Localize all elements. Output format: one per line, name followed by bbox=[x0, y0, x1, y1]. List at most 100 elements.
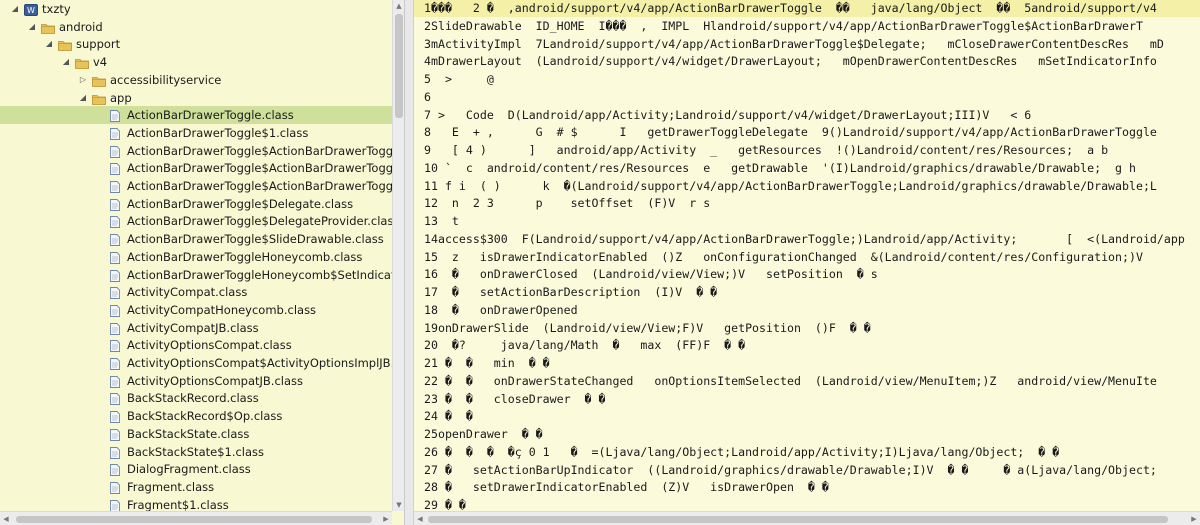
scroll-down-arrow-icon[interactable]: ▼ bbox=[393, 499, 404, 511]
tree-item-label: ActionBarDrawerToggle$DelegateProvider.c… bbox=[127, 214, 392, 229]
tree-horizontal-scroll-thumb[interactable] bbox=[16, 516, 372, 523]
tree-vertical-scroll-thumb[interactable] bbox=[395, 14, 403, 118]
code-horizontal-scrollbar[interactable]: ◀ ▶ bbox=[414, 511, 1200, 525]
folder-icon bbox=[75, 56, 89, 69]
tree-horizontal-scrollbar[interactable]: ◀ ▶ bbox=[0, 511, 392, 525]
tree-item-selected[interactable]: ActionBarDrawerToggle.class bbox=[0, 106, 392, 125]
expand-arrow-icon[interactable]: ◢ bbox=[78, 89, 88, 107]
code-line: 23 � � closeDrawer � � bbox=[424, 391, 606, 406]
code-line: 13 t bbox=[424, 214, 459, 228]
tree-item[interactable]: ◢ Wtxzty bbox=[0, 0, 392, 18]
tree-item[interactable]: ActivityCompatHoneycomb.class bbox=[0, 301, 392, 319]
tree-item[interactable]: ActivityCompatJB.class bbox=[0, 319, 392, 337]
tree-item-label: txzty bbox=[42, 2, 71, 16]
code-line: 21 � � min � � bbox=[424, 356, 550, 370]
scroll-right-arrow-icon[interactable]: ▶ bbox=[380, 512, 392, 525]
tree-item[interactable]: ActivityOptionsCompatJB.class bbox=[0, 372, 392, 390]
tree-item-label: ActivityCompatHoneycomb.class bbox=[127, 302, 317, 317]
svg-text:W: W bbox=[27, 6, 35, 15]
class-file-icon bbox=[109, 375, 123, 388]
tree-item-label: ActionBarDrawerToggle$ActionBarDrawerTog… bbox=[127, 143, 392, 158]
code-line: 9 [ 4 ) ] android/app/Activity _ getReso… bbox=[424, 143, 1109, 157]
expand-arrow-icon[interactable]: ◢ bbox=[10, 0, 20, 18]
code-line: 14access$300 F(Landroid/support/v4/app/A… bbox=[424, 231, 1185, 246]
tree-item-label: ActivityOptionsCompatJB.class bbox=[127, 373, 303, 388]
tree-item[interactable]: ActionBarDrawerToggle$ActionBarDrawerTog… bbox=[0, 177, 392, 195]
tree-item[interactable]: ◢ app bbox=[0, 89, 392, 107]
tree-item[interactable]: ActionBarDrawerToggleHoneycomb.class bbox=[0, 248, 392, 266]
tree-item-label: Fragment$1.class bbox=[127, 497, 229, 511]
expand-arrow-icon[interactable]: ◢ bbox=[44, 35, 54, 53]
file-tree-pane: ◢ Wtxzty ◢ android ◢ support ◢ v4 ▷ accessibility… bbox=[0, 0, 405, 525]
code-line: 7 > Code D(Landroid/app/Activity;Landroi… bbox=[424, 107, 1032, 122]
class-file-icon bbox=[109, 481, 123, 494]
tree-item[interactable]: ActionBarDrawerToggle$Delegate.class bbox=[0, 195, 392, 213]
decompiled-source-view[interactable]: 1��� 2 � ,android/support/v4/app/ActionB… bbox=[414, 0, 1200, 525]
tree-item[interactable]: ActionBarDrawerToggle$1.class bbox=[0, 124, 392, 142]
code-line: 2SlideDrawable ID_HOME I��� , IMPL Hland… bbox=[424, 18, 1143, 33]
code-horizontal-scroll-thumb[interactable] bbox=[428, 516, 1168, 523]
tree-item-label: ActionBarDrawerToggleHoneycomb$SetIndica… bbox=[127, 267, 392, 282]
scroll-up-arrow-icon[interactable]: ▲ bbox=[393, 0, 404, 12]
tree-item-label: BackStackState.class bbox=[127, 426, 250, 441]
code-line: 12 n 2 3 p setOffset (F)V r s bbox=[424, 196, 711, 211]
scroll-left-arrow-icon[interactable]: ◀ bbox=[0, 512, 12, 525]
tree-item-label: BackStackState$1.class bbox=[127, 444, 265, 459]
class-file-icon bbox=[109, 446, 123, 459]
tree-item[interactable]: ▷ accessibilityservice bbox=[0, 71, 392, 89]
tree-vertical-scrollbar[interactable]: ▲ ▼ bbox=[392, 0, 404, 511]
tree-item[interactable]: ◢ support bbox=[0, 35, 392, 53]
tree-item[interactable]: BackStackRecord.class bbox=[0, 389, 392, 407]
class-file-icon bbox=[109, 145, 123, 158]
project-icon: W bbox=[24, 3, 38, 16]
tree-item[interactable]: ActivityOptionsCompat$ActivityOptionsImp… bbox=[0, 354, 392, 372]
expand-arrow-icon[interactable]: ◢ bbox=[27, 18, 37, 36]
code-line: 27 � setActionBarUpIndicator ((Landroid/… bbox=[424, 462, 1157, 477]
code-line: 11 f i ( ) k �(Landroid/support/v4/app/A… bbox=[424, 178, 1157, 193]
tree-item-label: BackStackRecord$Op.class bbox=[127, 409, 283, 424]
expand-arrow-icon[interactable]: ◢ bbox=[61, 53, 71, 71]
class-file-icon bbox=[109, 162, 123, 176]
tree-item[interactable]: ActivityOptionsCompat.class bbox=[0, 336, 392, 354]
tree-item-label: DialogFragment.class bbox=[127, 462, 251, 477]
class-file-icon bbox=[109, 499, 123, 511]
class-file-icon bbox=[109, 198, 123, 211]
tree-item-label: ActionBarDrawerToggle$ActionBarDrawerTog… bbox=[127, 179, 392, 193]
tree-item[interactable]: ActionBarDrawerToggleHoneycomb$SetIndica… bbox=[0, 266, 392, 284]
tree-item[interactable]: BackStackState$1.class bbox=[0, 443, 392, 461]
tree-item[interactable]: ActionBarDrawerToggle$DelegateProvider.c… bbox=[0, 212, 392, 230]
tree-item[interactable]: Fragment.class bbox=[0, 478, 392, 496]
code-line: 18 � onDrawerOpened bbox=[424, 302, 578, 317]
tree-item-label: app bbox=[110, 90, 132, 105]
code-line: 15 z isDrawerIndicatorEnabled ()Z onConf… bbox=[424, 249, 1143, 264]
code-line: 26 � � � �ç 0 1 � =(Ljava/lang/Object;La… bbox=[424, 444, 1060, 459]
tree-item-label: accessibilityservice bbox=[110, 72, 222, 87]
tree-item[interactable]: ActionBarDrawerToggle$SlideDrawable.clas… bbox=[0, 230, 392, 248]
tree-item[interactable]: ActivityCompat.class bbox=[0, 283, 392, 301]
scroll-left-arrow-icon[interactable]: ◀ bbox=[414, 512, 426, 525]
tree-item[interactable]: Fragment$1.class bbox=[0, 496, 392, 511]
tree-item-label: ActivityCompatJB.class bbox=[127, 320, 259, 335]
tree-item-label: ActionBarDrawerToggle.class bbox=[127, 108, 294, 123]
tree-item[interactable]: ◢ v4 bbox=[0, 53, 392, 71]
collapse-arrow-icon[interactable]: ▷ bbox=[78, 71, 88, 89]
tree-item[interactable]: ActionBarDrawerToggle$ActionBarDrawerTog… bbox=[0, 142, 392, 160]
code-text-area[interactable]: 1��� 2 � ,android/support/v4/app/ActionB… bbox=[414, 0, 1200, 511]
tree-item-label: ActionBarDrawerToggle$ActionBarDrawerTog… bbox=[127, 161, 392, 176]
code-line: 17 � setActionBarDescription (I)V � � bbox=[424, 285, 718, 299]
folder-icon bbox=[92, 74, 106, 87]
tree-item[interactable]: ActionBarDrawerToggle$ActionBarDrawerTog… bbox=[0, 159, 392, 177]
folder-icon bbox=[58, 38, 72, 52]
tree-item[interactable]: BackStackState.class bbox=[0, 425, 392, 443]
class-file-icon bbox=[109, 392, 123, 406]
class-file-icon bbox=[109, 428, 123, 441]
tree-item[interactable]: ◢ android bbox=[0, 18, 392, 36]
tree-item[interactable]: DialogFragment.class bbox=[0, 460, 392, 478]
scroll-right-arrow-icon[interactable]: ▶ bbox=[1188, 512, 1200, 525]
folder-icon bbox=[41, 21, 55, 34]
tree-item[interactable]: BackStackRecord$Op.class bbox=[0, 407, 392, 425]
class-file-icon bbox=[109, 410, 123, 424]
pane-splitter[interactable] bbox=[405, 0, 414, 525]
code-line: 22 � � onDrawerStateChanged onOptionsIte… bbox=[424, 373, 1157, 388]
code-line: 6 bbox=[424, 89, 431, 104]
